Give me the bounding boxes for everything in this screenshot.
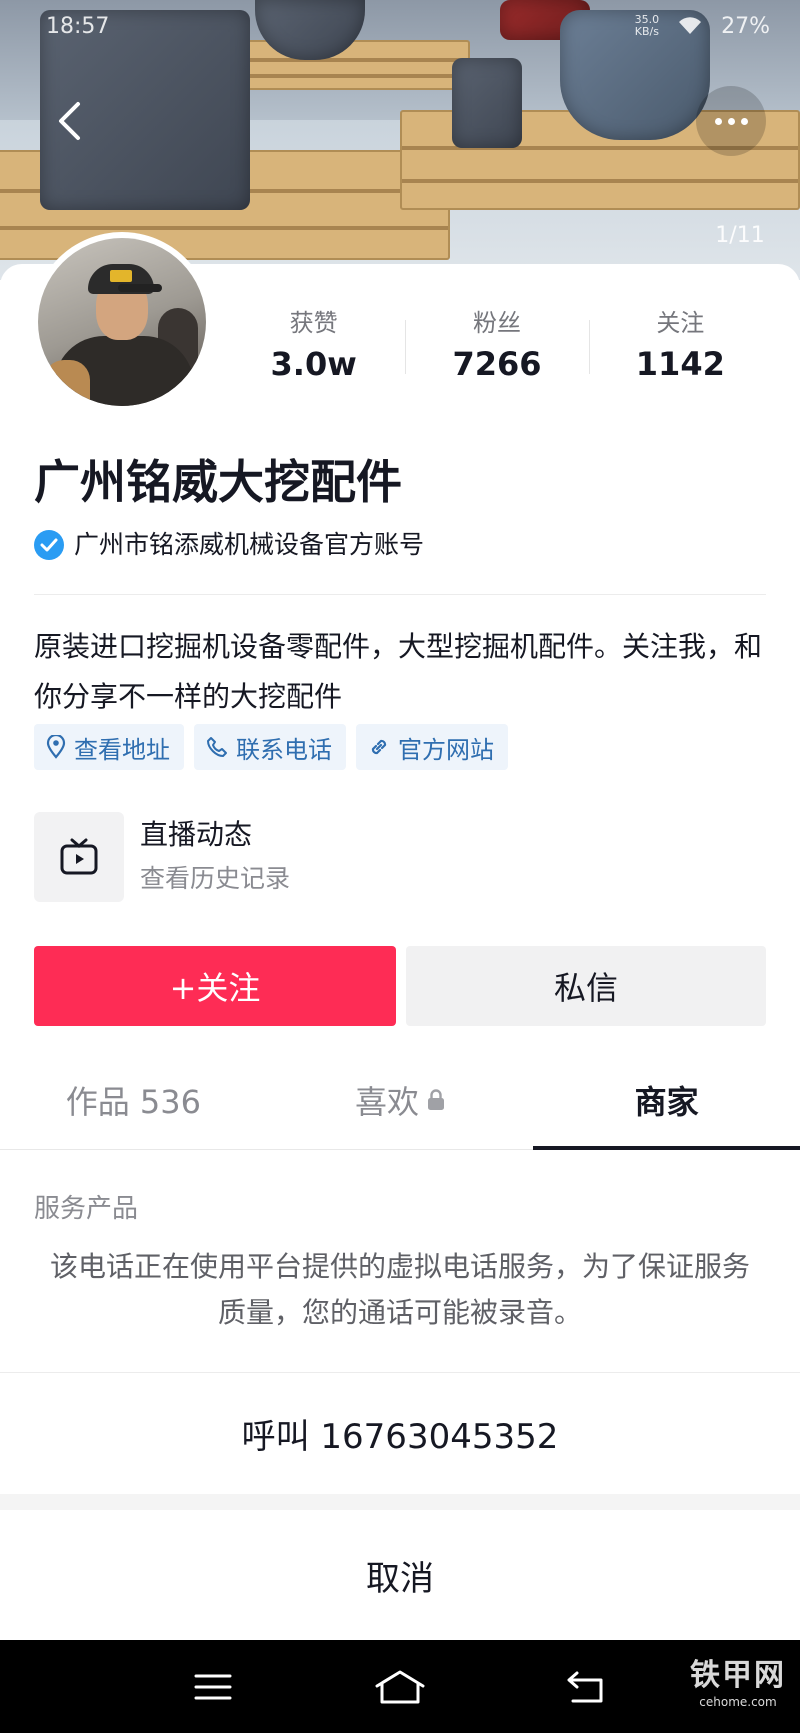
net-speed: 35.0 KB/s (634, 13, 660, 38)
more-dot-icon (714, 117, 722, 125)
nav-home-button[interactable] (360, 1657, 440, 1717)
avatar[interactable] (32, 232, 212, 412)
watermark-main: 铁甲网 (690, 1658, 786, 1693)
tab-label: 商家 (634, 1082, 699, 1121)
stat-label: 获赞 (289, 309, 338, 337)
chevron-left-icon (59, 102, 80, 140)
chip-contact-phone[interactable]: 联系电话 (194, 724, 346, 770)
watermark-sub: cehome.com (699, 1695, 777, 1709)
profile-stats: 获赞 3.0w 粉丝 7266 关注 1142 (222, 306, 772, 386)
stat-label: 粉丝 (472, 309, 521, 337)
profile-actions: +关注 私信 (34, 946, 766, 1026)
follow-button[interactable]: +关注 (34, 946, 396, 1026)
nav-back-button[interactable] (547, 1657, 627, 1717)
profile-chips: 查看地址 联系电话 官方网站 (34, 724, 508, 770)
stat-likes[interactable]: 获赞 3.0w (222, 306, 405, 386)
profile-bio: 原装进口挖掘机设备零配件，大型挖掘机配件。关注我，和你分享不一样的大挖配件 (34, 630, 763, 713)
message-button[interactable]: 私信 (406, 946, 766, 1026)
stat-label: 关注 (656, 309, 705, 337)
tab-works[interactable]: 作品 536 (0, 1050, 267, 1149)
avatar-cap-logo (110, 270, 132, 282)
chip-official-website[interactable]: 官方网站 (356, 724, 508, 770)
sheet-separator (0, 1494, 800, 1510)
menu-icon (194, 1674, 232, 1699)
stat-followers[interactable]: 粉丝 7266 (405, 306, 588, 386)
verified-check-icon (34, 530, 64, 560)
system-nav-bar (0, 1640, 800, 1733)
tab-label: 喜欢 (355, 1082, 420, 1121)
profile-tabs: 作品 536 喜欢 商家 (0, 1050, 800, 1150)
sheet-header: 服务产品 该电话正在使用平台提供的虚拟电话服务，为了保证服务质量，您的通话可能被… (0, 1152, 800, 1372)
sheet-section-label: 服务产品 (34, 1194, 139, 1224)
chip-label: 官方网站 (398, 735, 494, 764)
back-button[interactable] (44, 96, 94, 146)
phone-icon (207, 737, 227, 757)
live-subtitle: 查看历史记录 (140, 864, 291, 893)
stat-value: 7266 (452, 345, 542, 383)
cancel-button[interactable]: 取消 (0, 1510, 800, 1640)
live-title: 直播动态 (140, 818, 253, 851)
sheet-notice: 该电话正在使用平台提供的虚拟电话服务，为了保证服务质量，您的通话可能被录音。 (49, 1250, 750, 1329)
chip-label: 联系电话 (236, 735, 332, 764)
more-dot-icon (740, 117, 748, 125)
live-tv-icon (34, 812, 124, 902)
status-bar: 18:57 35.0 KB/s 27% (0, 0, 800, 52)
more-dot-icon (727, 117, 735, 125)
nav-menu-button[interactable] (173, 1657, 253, 1717)
stat-following[interactable]: 关注 1142 (588, 306, 772, 386)
watermark-logo: 铁甲网 cehome.com (682, 1658, 794, 1718)
tab-likes[interactable]: 喜欢 (267, 1050, 534, 1149)
call-action-sheet: 服务产品 该电话正在使用平台提供的虚拟电话服务，为了保证服务质量，您的通话可能被… (0, 1152, 800, 1640)
lock-icon (428, 1088, 445, 1110)
battery-level: 27% (721, 13, 770, 39)
divider (34, 594, 766, 595)
link-icon (371, 739, 387, 755)
cover-pump (452, 58, 522, 148)
tab-merchant[interactable]: 商家 (533, 1050, 800, 1150)
photo-pager: 1/11 (715, 223, 765, 248)
stat-value: 1142 (635, 345, 725, 383)
call-button[interactable]: 呼叫 16763045352 (0, 1372, 800, 1494)
location-pin-icon (46, 735, 66, 759)
home-icon (375, 1670, 425, 1703)
tab-label: 作品 536 (65, 1082, 201, 1121)
profile-name: 广州铭威大挖配件 (34, 455, 402, 509)
live-history[interactable]: 直播动态 查看历史记录 (34, 812, 290, 902)
avatar-photo (38, 238, 206, 406)
more-button[interactable] (696, 86, 766, 156)
verified-text: 广州市铭添威机械设备官方账号 (74, 530, 425, 559)
live-text: 直播动态 查看历史记录 (140, 815, 290, 899)
verified-account: 广州市铭添威机械设备官方账号 (34, 530, 424, 560)
chip-label: 查看地址 (74, 735, 170, 764)
status-time: 18:57 (46, 13, 110, 39)
stat-value: 3.0w (270, 345, 357, 383)
chip-view-address[interactable]: 查看地址 (34, 724, 184, 770)
wifi-icon (679, 17, 702, 34)
back-arrow-icon (567, 1671, 603, 1702)
avatar-body (44, 336, 194, 406)
